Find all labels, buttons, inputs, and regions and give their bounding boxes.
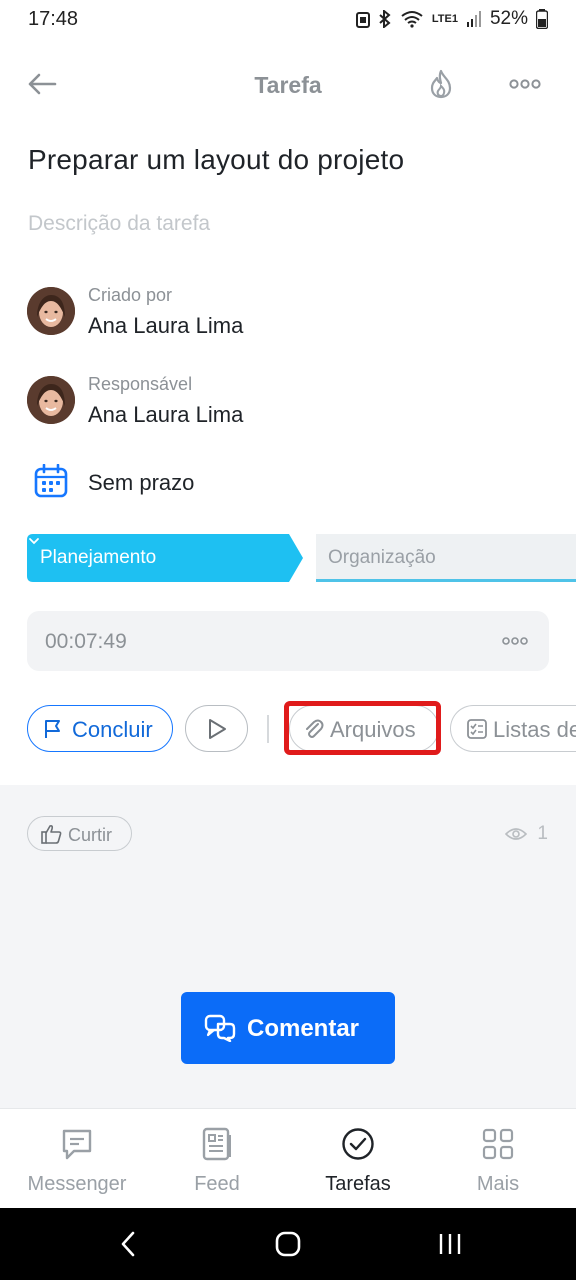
checklist-icon xyxy=(467,719,487,739)
checklists-button-label: Listas de xyxy=(493,717,576,742)
stage-current-label: Planejamento xyxy=(40,547,157,568)
important-button[interactable] xyxy=(421,64,461,104)
flag-icon xyxy=(45,720,60,738)
more-horizontal-icon xyxy=(509,79,541,89)
complete-button-label: Concluir xyxy=(72,717,153,742)
feed-icon xyxy=(202,1127,231,1161)
system-back-button[interactable] xyxy=(98,1226,158,1262)
timer-more-button[interactable] xyxy=(501,631,529,651)
nav-messenger[interactable]: Messenger xyxy=(5,1109,149,1209)
views-count: 1 xyxy=(537,823,548,844)
avatar xyxy=(27,287,75,335)
flame-icon xyxy=(430,69,452,99)
page-title: Tarefa xyxy=(254,72,322,98)
complete-button[interactable]: Concluir xyxy=(27,705,173,752)
created-by-label: Criado por xyxy=(88,285,173,305)
like-button-label: Curtir xyxy=(68,825,112,845)
comment-icon xyxy=(204,1014,236,1042)
created-by-name: Ana Laura Lima xyxy=(88,313,244,338)
created-by-row[interactable]: Criado por Ana Laura Lima xyxy=(27,285,447,345)
bottom-navigation: Messenger Feed Tarefas Mais xyxy=(0,1108,576,1208)
deadline-row[interactable]: Sem prazo xyxy=(34,462,334,502)
chevron-left-icon xyxy=(121,1231,135,1257)
responsible-row[interactable]: Responsável Ana Laura Lima xyxy=(27,374,447,434)
chevron-down-icon xyxy=(29,538,39,545)
comments-section: Curtir 1 Comentar xyxy=(0,785,576,1108)
nav-more[interactable]: Mais xyxy=(426,1109,570,1209)
like-button[interactable]: Curtir xyxy=(27,816,132,851)
wifi-icon xyxy=(401,11,423,28)
status-bar: 17:48 LTE1 52% xyxy=(0,0,576,44)
check-circle-icon xyxy=(342,1128,374,1160)
chat-icon xyxy=(62,1129,92,1160)
more-horizontal-icon xyxy=(502,637,528,645)
nav-feed-label: Feed xyxy=(194,1173,240,1195)
signal-icon xyxy=(466,11,481,27)
recents-icon xyxy=(439,1234,461,1254)
divider xyxy=(267,715,269,743)
views-indicator: 1 xyxy=(505,823,548,845)
comment-button[interactable]: Comentar xyxy=(181,992,395,1064)
play-icon xyxy=(208,718,226,739)
network-label: LTE1 xyxy=(431,12,458,25)
bluetooth-icon xyxy=(379,10,391,28)
stage-next-label: Organização xyxy=(328,547,436,568)
task-description-field[interactable]: Descrição da tarefa xyxy=(28,212,210,236)
system-navigation-bar xyxy=(0,1208,576,1280)
time-tracker[interactable]: 00:07:49 xyxy=(27,611,549,671)
thumbs-up-icon xyxy=(41,825,62,844)
deadline-text: Sem prazo xyxy=(88,470,195,495)
stage-current-button[interactable]: Planejamento xyxy=(27,534,303,582)
nav-tasks-label: Tarefas xyxy=(325,1173,391,1195)
timer-value: 00:07:49 xyxy=(45,630,127,653)
nav-messenger-label: Messenger xyxy=(27,1173,127,1195)
battery-icon xyxy=(536,9,548,29)
system-recents-button[interactable] xyxy=(420,1226,480,1262)
nav-feed[interactable]: Feed xyxy=(145,1109,289,1209)
calendar-icon xyxy=(34,464,68,498)
checklists-button[interactable]: Listas de xyxy=(450,705,576,752)
more-options-button[interactable] xyxy=(504,64,546,104)
comment-button-label: Comentar xyxy=(247,1015,360,1042)
battery-percent: 52% xyxy=(489,8,528,29)
highlight-box xyxy=(284,701,441,755)
home-icon xyxy=(275,1231,301,1257)
status-time: 17:48 xyxy=(28,8,79,30)
responsible-label: Responsável xyxy=(88,374,193,394)
avatar xyxy=(27,376,75,424)
top-app-bar: Tarefa xyxy=(0,52,576,116)
alarm-icon xyxy=(355,12,370,28)
nav-more-label: Mais xyxy=(476,1173,520,1195)
responsible-name: Ana Laura Lima xyxy=(88,402,244,427)
status-icons: LTE1 52% xyxy=(355,8,548,30)
start-timer-button[interactable] xyxy=(185,705,248,752)
grid-icon xyxy=(482,1128,514,1160)
stage-next-button[interactable]: Organização xyxy=(316,534,576,582)
eye-icon xyxy=(505,828,528,840)
nav-tasks[interactable]: Tarefas xyxy=(286,1109,430,1209)
system-home-button[interactable] xyxy=(258,1226,318,1262)
task-title[interactable]: Preparar um layout do projeto xyxy=(28,144,404,176)
